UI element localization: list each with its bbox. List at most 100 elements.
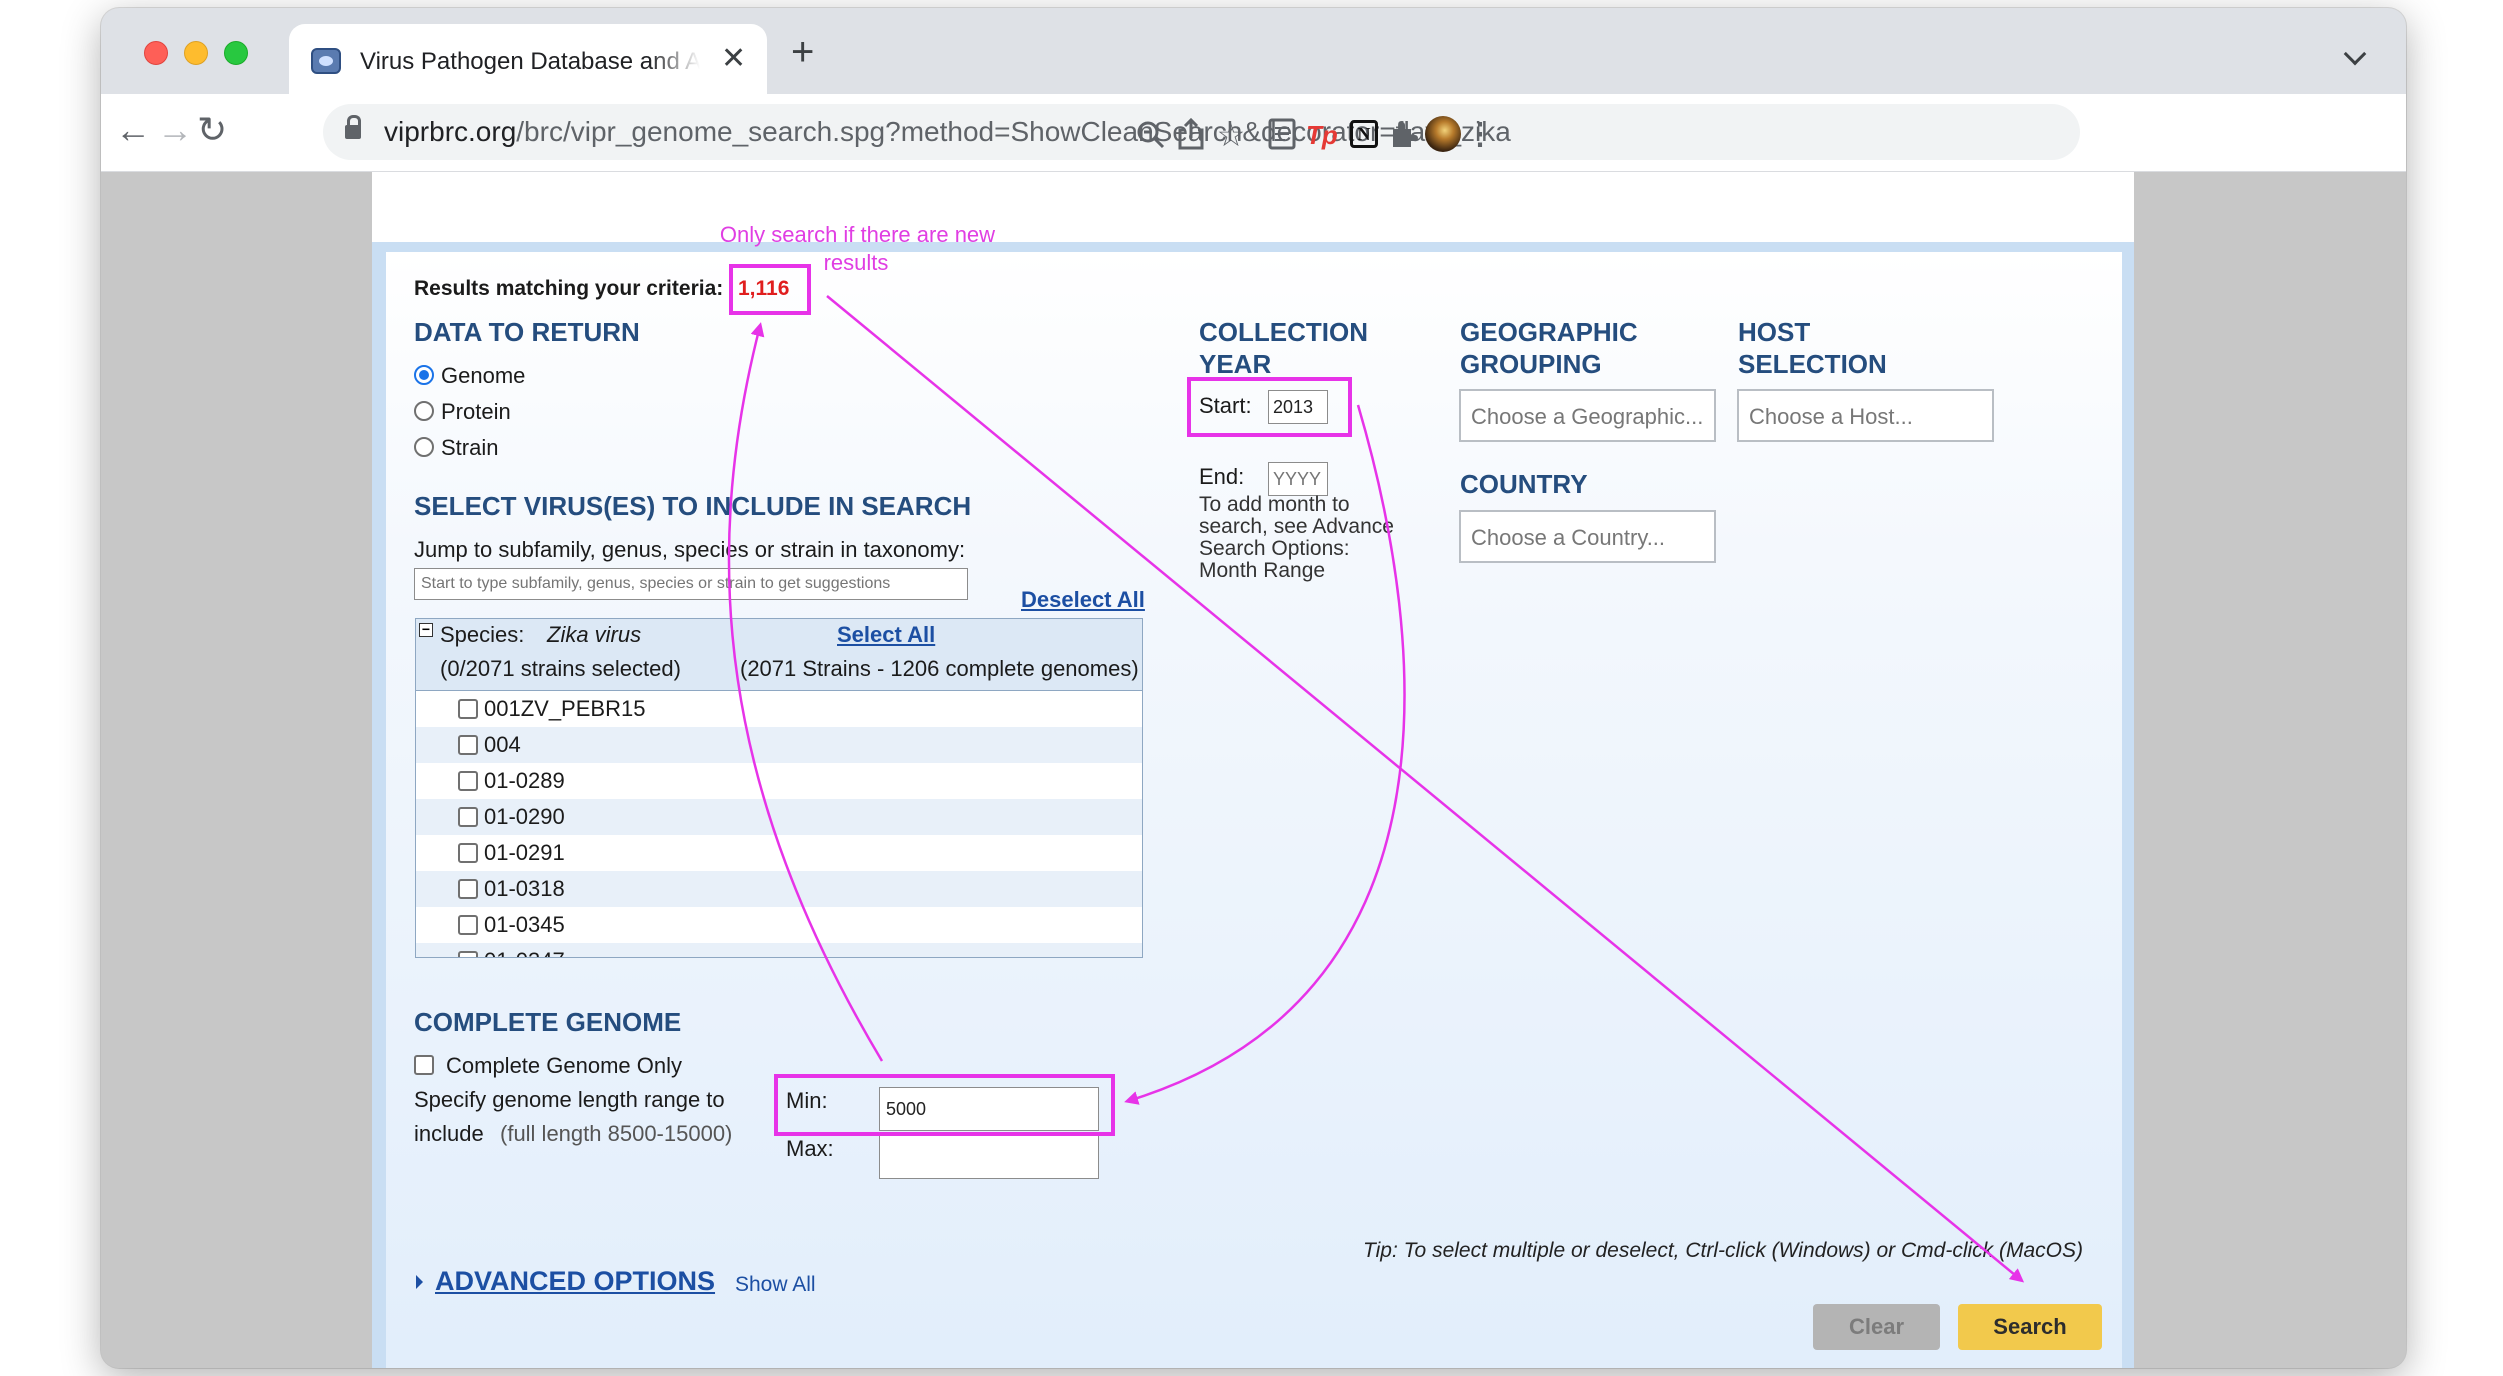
tab-title: Virus Pathogen Database and Analysis Res… (360, 48, 700, 75)
jump-to-label: Jump to subfamily, genus, species or str… (414, 537, 966, 562)
collection-year-help-1: To add month to (1199, 493, 1350, 516)
list-item[interactable]: 004 (416, 727, 1142, 763)
collection-year-heading-line1: COLLECTION (1199, 317, 1368, 347)
list-item[interactable]: 01-0291 (416, 835, 1142, 871)
strain-label: 01-0291 (484, 840, 565, 865)
collection-year-heading-line2: YEAR (1199, 349, 1272, 379)
annotation-note-line2: results (823, 250, 889, 275)
strain-checkbox[interactable] (458, 699, 478, 719)
strain-label: 001ZV_PEBR15 (484, 696, 646, 721)
browser-toolbar: ← → ↻ viprbrc.org/brc/vipr_genome_search… (101, 94, 2406, 172)
tip-text: Tip: To select multiple or deselect, Ctr… (1363, 1239, 2083, 1262)
list-item[interactable]: 01-0345 (416, 907, 1142, 943)
genome-length-help-1: Specify genome length range to (414, 1087, 725, 1112)
highlight-start-year (1187, 377, 1352, 437)
puzzle-icon[interactable] (1389, 119, 1419, 149)
complete-genome-heading: COMPLETE GENOME (414, 1007, 682, 1037)
results-label: Results matching your criteria: (414, 277, 724, 300)
new-tab-button[interactable]: + (791, 32, 814, 72)
close-tab-icon[interactable]: ✕ (721, 42, 746, 76)
host-selection-select[interactable]: Choose a Host... (1737, 389, 1994, 442)
zoom-window-button[interactable] (224, 41, 248, 65)
select-virus-heading: SELECT VIRUS(ES) TO INCLUDE IN SEARCH (414, 491, 972, 521)
list-item[interactable]: 01-0347 (416, 943, 1142, 957)
species-label: Species: (440, 622, 525, 647)
strain-checkbox[interactable] (458, 951, 478, 957)
minimize-window-button[interactable] (184, 41, 208, 65)
genome-length-help-2: include (414, 1121, 484, 1146)
tab-bar: Virus Pathogen Database and Analysis Res… (101, 8, 2406, 94)
close-window-button[interactable] (144, 41, 168, 65)
advanced-options-link[interactable]: ADVANCED OPTIONS (435, 1266, 715, 1297)
list-item[interactable]: 01-0318 (416, 871, 1142, 907)
expand-triangle-icon[interactable] (416, 1275, 423, 1289)
list-item[interactable]: 01-0290 (416, 799, 1142, 835)
host-selection-heading-line1: HOST (1738, 317, 1811, 347)
protein-option-label: Protein (441, 399, 511, 424)
kebab-menu-icon[interactable]: ⋮ (1465, 120, 1495, 150)
collection-year-help-4: Month Range (1199, 559, 1326, 582)
strain-option-label: Strain (441, 435, 499, 460)
country-heading: COUNTRY (1460, 469, 1588, 499)
zoom-icon[interactable] (1136, 120, 1166, 150)
strain-checkbox[interactable] (458, 735, 478, 755)
forward-arrow-icon[interactable]: → (157, 108, 193, 152)
protein-radio[interactable] (414, 401, 434, 421)
strain-radio[interactable] (414, 437, 434, 457)
genome-radio[interactable] (414, 365, 434, 385)
host-selection-heading-line2: SELECTION (1738, 349, 1887, 379)
strain-label: 01-0347 (484, 948, 565, 957)
strain-label: 01-0289 (484, 768, 565, 793)
strain-label: 004 (484, 732, 521, 757)
reader-icon[interactable] (1268, 118, 1296, 150)
annotation-note-line1: Only search if there are new (719, 222, 996, 247)
back-arrow-icon[interactable]: ← (115, 108, 151, 152)
complete-genome-label: Complete Genome Only (446, 1053, 682, 1078)
profile-avatar[interactable] (1425, 116, 1461, 152)
deselect-all-link[interactable]: Deselect All (1021, 587, 1145, 613)
share-icon[interactable] (1176, 118, 1206, 150)
taxonomy-search-input[interactable] (414, 568, 968, 600)
star-icon[interactable]: ☆ (1216, 119, 1246, 151)
country-select[interactable]: Choose a Country... (1459, 510, 1716, 563)
notion-icon[interactable]: N (1350, 120, 1378, 148)
strains-summary: (2071 Strains - 1206 complete genomes) (740, 656, 1139, 681)
select-all-link[interactable]: Select All (837, 622, 935, 648)
collection-year-help-2: search, see Advance (1199, 515, 1394, 538)
tab-search-chevron-icon[interactable] (2343, 42, 2367, 66)
clear-button[interactable]: Clear (1813, 1304, 1940, 1350)
strain-checkbox[interactable] (458, 915, 478, 935)
strain-list-header: − Species: Zika virus Select All (0/2071… (416, 619, 1142, 691)
species-name: Zika virus (547, 622, 642, 647)
strain-label: 01-0345 (484, 912, 565, 937)
browser-tab[interactable]: Virus Pathogen Database and Analysis Res… (289, 24, 767, 94)
reload-icon[interactable]: ↻ (197, 108, 227, 152)
strain-checkbox[interactable] (458, 843, 478, 863)
strain-checkbox[interactable] (458, 879, 478, 899)
data-to-return-heading: DATA TO RETURN (414, 317, 640, 347)
strain-checkbox[interactable] (458, 807, 478, 827)
end-year-input[interactable] (1268, 462, 1328, 496)
strains-selected-count: (0/2071 strains selected) (440, 656, 681, 681)
geographic-grouping-select[interactable]: Choose a Geographic... (1459, 389, 1716, 442)
collection-year-help-3: Search Options: (1199, 537, 1350, 560)
genome-option-label: Genome (441, 363, 526, 388)
search-button[interactable]: Search (1958, 1304, 2102, 1350)
lock-icon[interactable] (345, 115, 361, 139)
show-all-link[interactable]: Show All (735, 1273, 816, 1297)
strain-list[interactable]: − Species: Zika virus Select All (0/2071… (415, 618, 1143, 958)
full-length-note: (full length 8500-15000) (500, 1121, 733, 1146)
site-favicon-icon (311, 48, 341, 74)
collapse-toggle-icon[interactable]: − (419, 622, 433, 637)
max-length-input[interactable] (879, 1135, 1099, 1179)
url-text[interactable]: viprbrc.org/brc/vipr_genome_search.spg?m… (384, 116, 1511, 148)
strain-label: 01-0290 (484, 804, 565, 829)
strain-checkbox[interactable] (458, 771, 478, 791)
list-item[interactable]: 001ZV_PEBR15 (416, 691, 1142, 727)
list-item[interactable]: 01-0289 (416, 763, 1142, 799)
page-header-area (372, 172, 2134, 242)
max-length-label: Max: (786, 1136, 834, 1161)
tp-extension-icon[interactable]: Tp (1306, 120, 1338, 150)
geographic-grouping-heading-line1: GEOGRAPHIC (1460, 317, 1638, 347)
complete-genome-checkbox[interactable] (414, 1055, 434, 1075)
